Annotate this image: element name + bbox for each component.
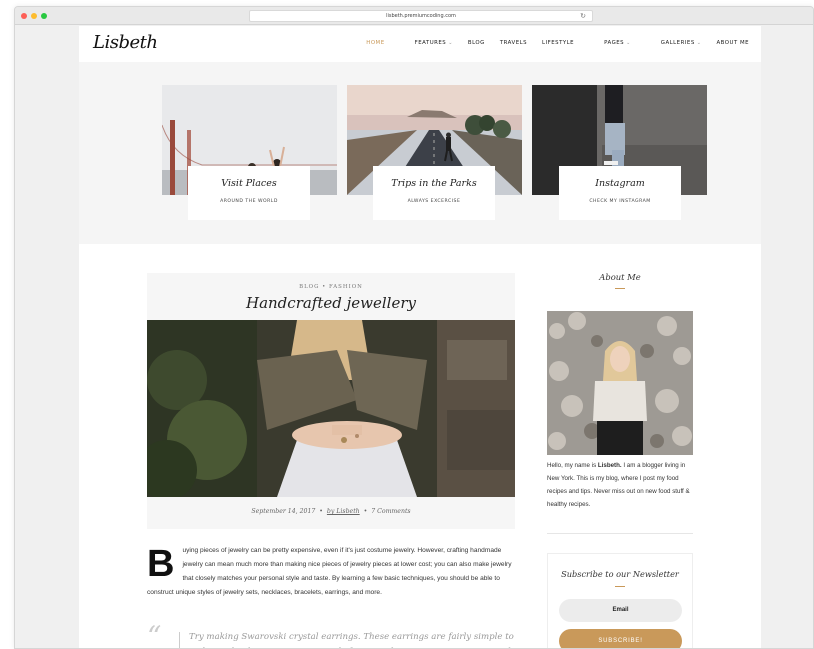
website-page: Lisbeth HOME FEATURES ⌄ BLOG TRAVELS LIFE… <box>79 26 761 648</box>
browser-window: lisbeth.premiumcoding.com ↻ Lisbeth HOME… <box>14 6 814 649</box>
about-photo <box>547 311 693 455</box>
nav-item-home[interactable]: HOME <box>366 40 384 46</box>
main-nav: HOME FEATURES ⌄ BLOG TRAVELS LIFESTYLE PA… <box>351 40 749 46</box>
browser-toolbar: lisbeth.premiumcoding.com ↻ <box>15 7 813 25</box>
quote-bar <box>179 632 180 648</box>
post-categories[interactable]: BLOG • FASHION <box>147 284 515 290</box>
newsletter-heading-underline <box>615 586 625 587</box>
nav-item-features[interactable]: FEATURES ⌄ <box>400 40 453 46</box>
feature-card-instagram[interactable]: Instagram CHECK MY INSTAGRAM <box>559 166 681 220</box>
meta-separator: • <box>361 508 372 515</box>
sidebar-divider <box>547 533 693 534</box>
feature-title: Visit Places <box>221 178 277 189</box>
feature-title: Trips in the Parks <box>391 178 477 189</box>
post-excerpt: B uying pieces of jewelry can be pretty … <box>147 544 517 600</box>
reload-icon[interactable]: ↻ <box>580 11 586 22</box>
address-url: lisbeth.premiumcoding.com <box>386 13 456 19</box>
main-content: BLOG • FASHION Handcrafted jewellery Sep… <box>79 244 761 648</box>
feature-card-visit-places[interactable]: Visit Places AROUND THE WORLD <box>188 166 310 220</box>
close-window-dot[interactable] <box>21 13 27 19</box>
post-date: September 14, 2017 <box>251 508 316 515</box>
post-meta: September 14, 2017 • by Lisbeth • 7 Comm… <box>147 508 515 515</box>
chevron-down-icon: ⌄ <box>626 40 631 46</box>
about-name: Lisbeth. <box>597 462 622 469</box>
post-card: BLOG • FASHION Handcrafted jewellery Sep… <box>147 273 515 529</box>
post-dropcap: B <box>147 543 175 585</box>
subscribe-button[interactable]: SUBSCRIBE! <box>559 629 682 648</box>
minimize-window-dot[interactable] <box>31 13 37 19</box>
nav-item-label: FEATURES <box>414 40 447 46</box>
meta-separator: • <box>317 508 327 515</box>
nav-item-about-me[interactable]: ABOUT ME <box>716 40 749 46</box>
feature-card-trips[interactable]: Trips in the Parks ALWAYS EXCERCISE <box>373 166 495 220</box>
nav-item-galleries[interactable]: GALLERIES ⌄ <box>646 40 702 46</box>
site-logo[interactable]: Lisbeth <box>93 32 158 53</box>
post-title[interactable]: Handcrafted jewellery <box>147 294 515 312</box>
post-excerpt-text: uying pieces of jewelry can be pretty ex… <box>147 547 512 596</box>
nav-item-travels[interactable]: TRAVELS <box>500 40 527 46</box>
chevron-down-icon: ⌄ <box>696 40 702 46</box>
about-text-intro: Hello, my name is <box>547 462 598 469</box>
post-image[interactable] <box>147 320 515 497</box>
newsletter-widget: Subscribe to our Newsletter Email SUBSCR… <box>547 553 693 648</box>
email-field[interactable]: Email <box>559 599 682 622</box>
feature-subtitle: AROUND THE WORLD <box>220 199 278 204</box>
about-heading: About Me <box>599 272 641 282</box>
feature-subtitle: ALWAYS EXCERCISE <box>407 199 461 204</box>
post-blockquote: “ Try making Swarovski crystal earrings.… <box>147 620 517 648</box>
address-bar[interactable]: lisbeth.premiumcoding.com ↻ <box>249 10 593 22</box>
nav-item-pages[interactable]: PAGES ⌄ <box>589 40 631 46</box>
post-comments-link[interactable]: 7 Comments <box>371 508 410 515</box>
about-text: Hello, my name is Lisbeth. I am a blogge… <box>547 459 699 511</box>
site-header: Lisbeth HOME FEATURES ⌄ BLOG TRAVELS LIFE… <box>79 26 761 62</box>
newsletter-heading: Subscribe to our Newsletter <box>561 569 679 579</box>
feature-subtitle: CHECK MY INSTAGRAM <box>589 199 651 204</box>
nav-item-label: PAGES <box>604 40 625 46</box>
feature-title: Instagram <box>595 178 645 189</box>
about-heading-underline <box>615 288 625 289</box>
maximize-window-dot[interactable] <box>41 13 47 19</box>
chevron-down-icon: ⌄ <box>448 40 453 46</box>
nav-item-lifestyle[interactable]: LIFESTYLE <box>542 40 574 46</box>
quote-icon: “ <box>147 620 162 649</box>
quote-text: Try making Swarovski crystal earrings. T… <box>189 632 514 648</box>
nav-item-blog[interactable]: BLOG <box>468 40 485 46</box>
post-author-link[interactable]: by Lisbeth <box>327 508 360 515</box>
nav-item-label: GALLERIES <box>660 40 695 46</box>
